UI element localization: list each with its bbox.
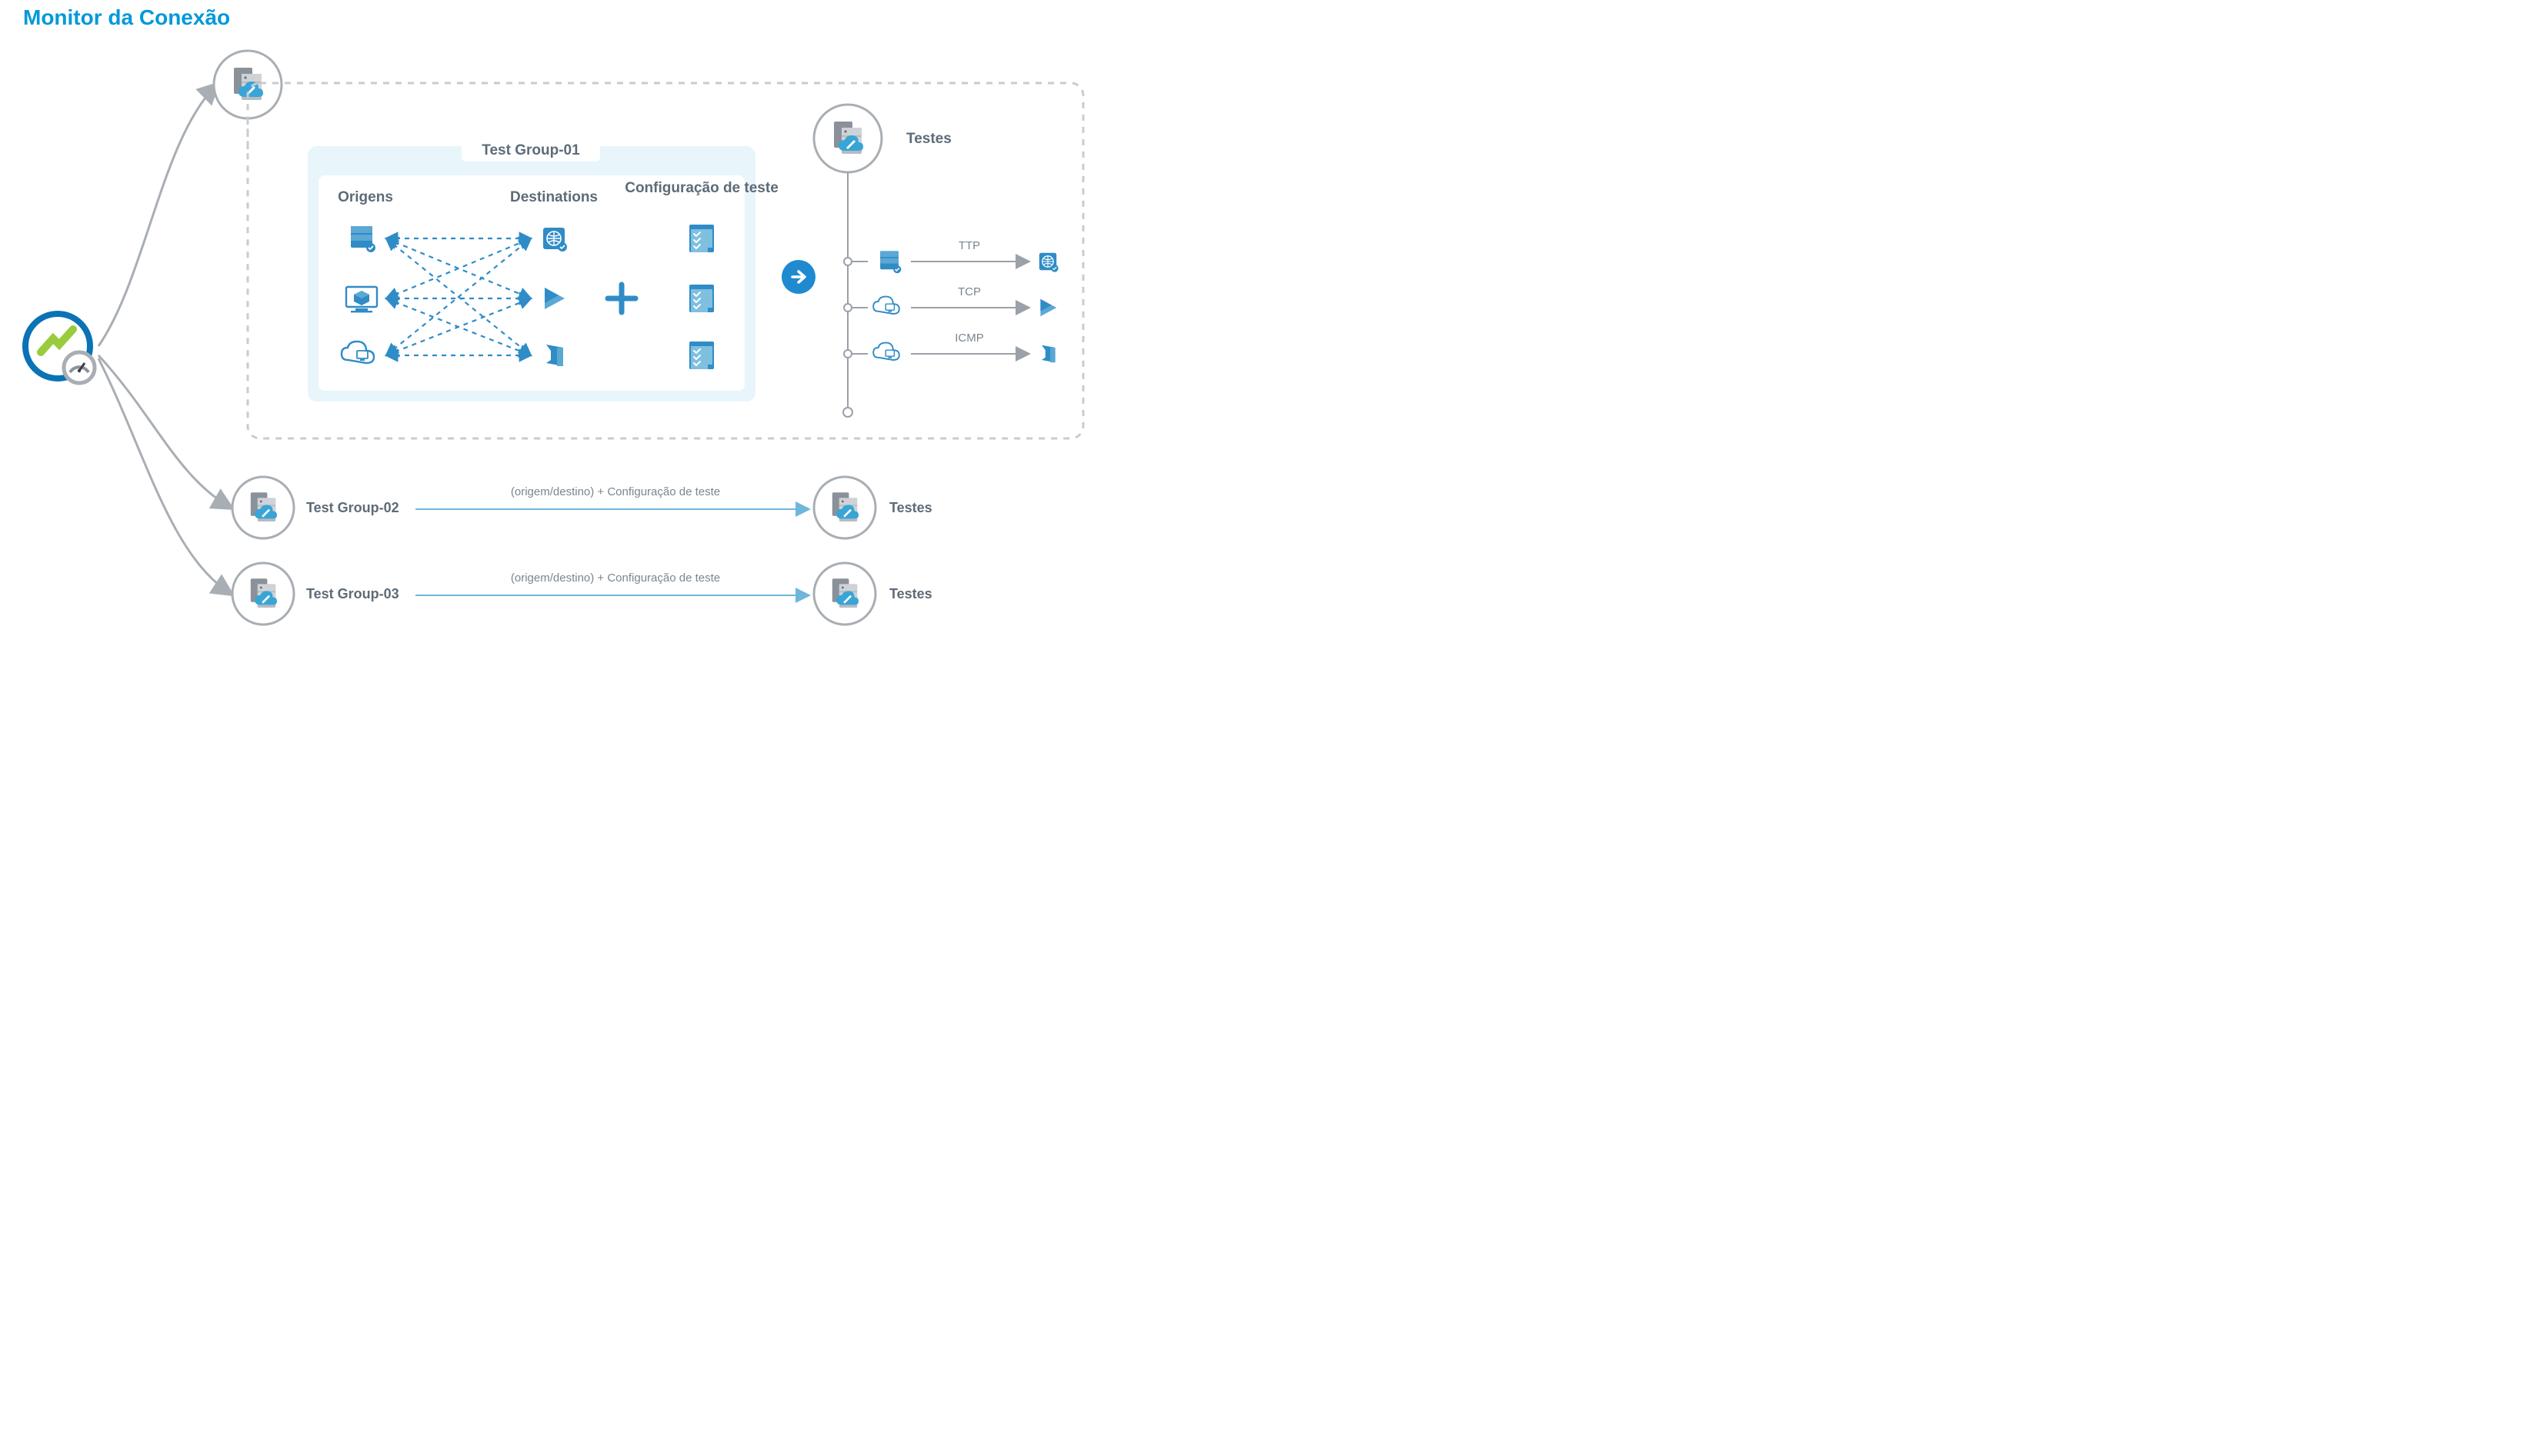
config-icon-1	[689, 225, 714, 252]
col-destinations: Destinations	[510, 189, 598, 205]
row-test-group-02: Test Group-02 (origem/destino) + Configu…	[232, 477, 932, 538]
test-group-01-card: Test Group-01 Origens Destinations Confi…	[308, 138, 779, 401]
tg2-right: Testes	[889, 500, 932, 515]
test-row-3: ICMP	[844, 332, 1056, 362]
tests-tree-more-dot	[843, 408, 852, 417]
test-src-cloud-icon-b	[873, 343, 899, 360]
test-proto-3: ICMP	[955, 332, 984, 345]
tg2-mid: (origem/destino) + Configuração de teste	[511, 485, 720, 498]
test-proto-1: TTP	[959, 239, 980, 252]
row-test-group-03: Test Group-03 (origem/destino) + Configu…	[232, 563, 932, 625]
branch-to-group3	[98, 358, 231, 594]
tg3-right: Testes	[889, 586, 932, 601]
node-tests-header	[814, 105, 882, 172]
test-src-cloud-icon-a	[873, 297, 899, 314]
tests-header-label: Testes	[906, 131, 952, 147]
col-config-1: Configuração de teste	[625, 180, 779, 196]
page-title: Monitor da Conexão	[23, 5, 230, 29]
branch-to-group1	[98, 85, 217, 346]
tg1-title: Test Group-01	[482, 142, 580, 158]
col-sources: Origens	[338, 189, 393, 205]
dest-globe-icon	[543, 228, 567, 252]
root-monitor-icon	[25, 314, 95, 383]
test-proto-2: TCP	[958, 285, 981, 298]
test-dest-off-icon	[1042, 345, 1056, 362]
tg2-label: Test Group-02	[306, 500, 399, 515]
test-src-vm-icon	[880, 251, 901, 273]
branch-to-group2	[98, 355, 231, 508]
config-icon-3	[689, 342, 714, 369]
config-icon-2	[689, 285, 714, 312]
test-dest-globe-icon	[1039, 253, 1059, 272]
derive-arrow-icon	[782, 260, 816, 294]
test-dest-dyn-icon	[1040, 299, 1056, 316]
tg3-label: Test Group-03	[306, 586, 399, 601]
test-row-2: TCP	[844, 285, 1056, 316]
test-row-1: TTP	[844, 239, 1059, 273]
tg3-mid: (origem/destino) + Configuração de teste	[511, 571, 720, 585]
diagram-canvas: Monitor da Conexão Test Group-01 Origens…	[0, 0, 1108, 631]
